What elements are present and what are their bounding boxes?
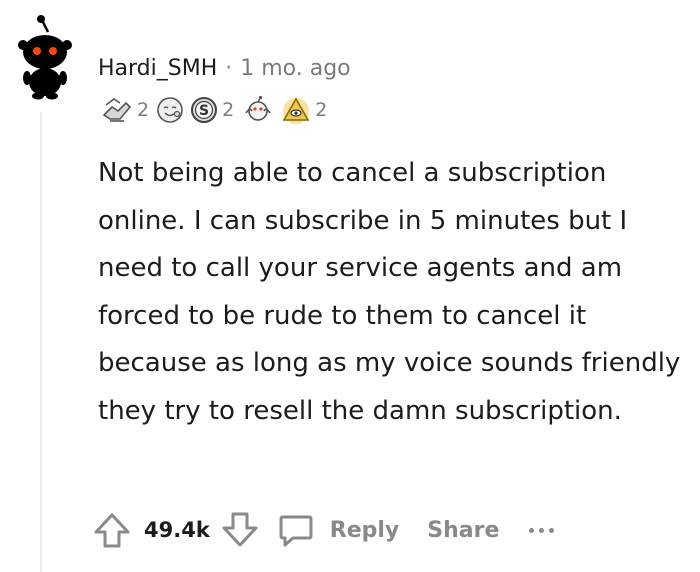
more-dot-icon <box>549 527 555 533</box>
upvote-button[interactable] <box>92 510 132 550</box>
more-dot-icon <box>529 527 535 533</box>
comment-body: Not being able to cancel a subscription … <box>98 158 681 426</box>
reply-icon-button[interactable] <box>276 510 316 550</box>
comment-timestamp[interactable]: 1 mo. ago <box>240 56 350 81</box>
svg-text:S: S <box>199 103 209 119</box>
award-silver[interactable]: S 2 <box>189 95 236 125</box>
comment-meta: Hardi_SMH · 1 mo. ago <box>98 52 351 84</box>
award-hugz[interactable] <box>240 95 276 125</box>
illuminati-award-icon <box>282 97 310 124</box>
share-button[interactable]: Share <box>427 518 499 543</box>
downvote-arrow-icon <box>222 512 258 547</box>
more-dot-icon <box>539 527 545 533</box>
award-wholesome[interactable] <box>155 95 185 125</box>
more-options-button[interactable] <box>529 527 555 533</box>
downvote-button[interactable] <box>220 510 260 550</box>
comment-bubble-icon <box>279 515 313 547</box>
thread-line[interactable] <box>40 112 42 572</box>
awards-row: 2 S 2 2 <box>100 92 333 128</box>
hugz-award-icon <box>245 95 271 121</box>
helping-hand-award-icon <box>102 98 132 122</box>
wholesome-award-icon <box>157 97 183 123</box>
reply-button[interactable]: Reply <box>330 518 400 543</box>
comment-actions: 49.4k Reply Share <box>92 506 555 554</box>
user-avatar-icon[interactable] <box>12 14 82 100</box>
award-helping-hand[interactable]: 2 <box>100 95 151 125</box>
award-count: 2 <box>222 99 235 121</box>
upvote-arrow-icon <box>94 513 130 548</box>
username-link[interactable]: Hardi_SMH <box>98 56 217 81</box>
meta-separator: · <box>225 55 233 81</box>
award-count: 2 <box>315 99 328 121</box>
award-illuminati[interactable]: 2 <box>280 95 329 125</box>
silver-award-icon: S <box>191 97 218 123</box>
vote-count: 49.4k <box>144 518 210 542</box>
award-count: 2 <box>137 99 150 121</box>
